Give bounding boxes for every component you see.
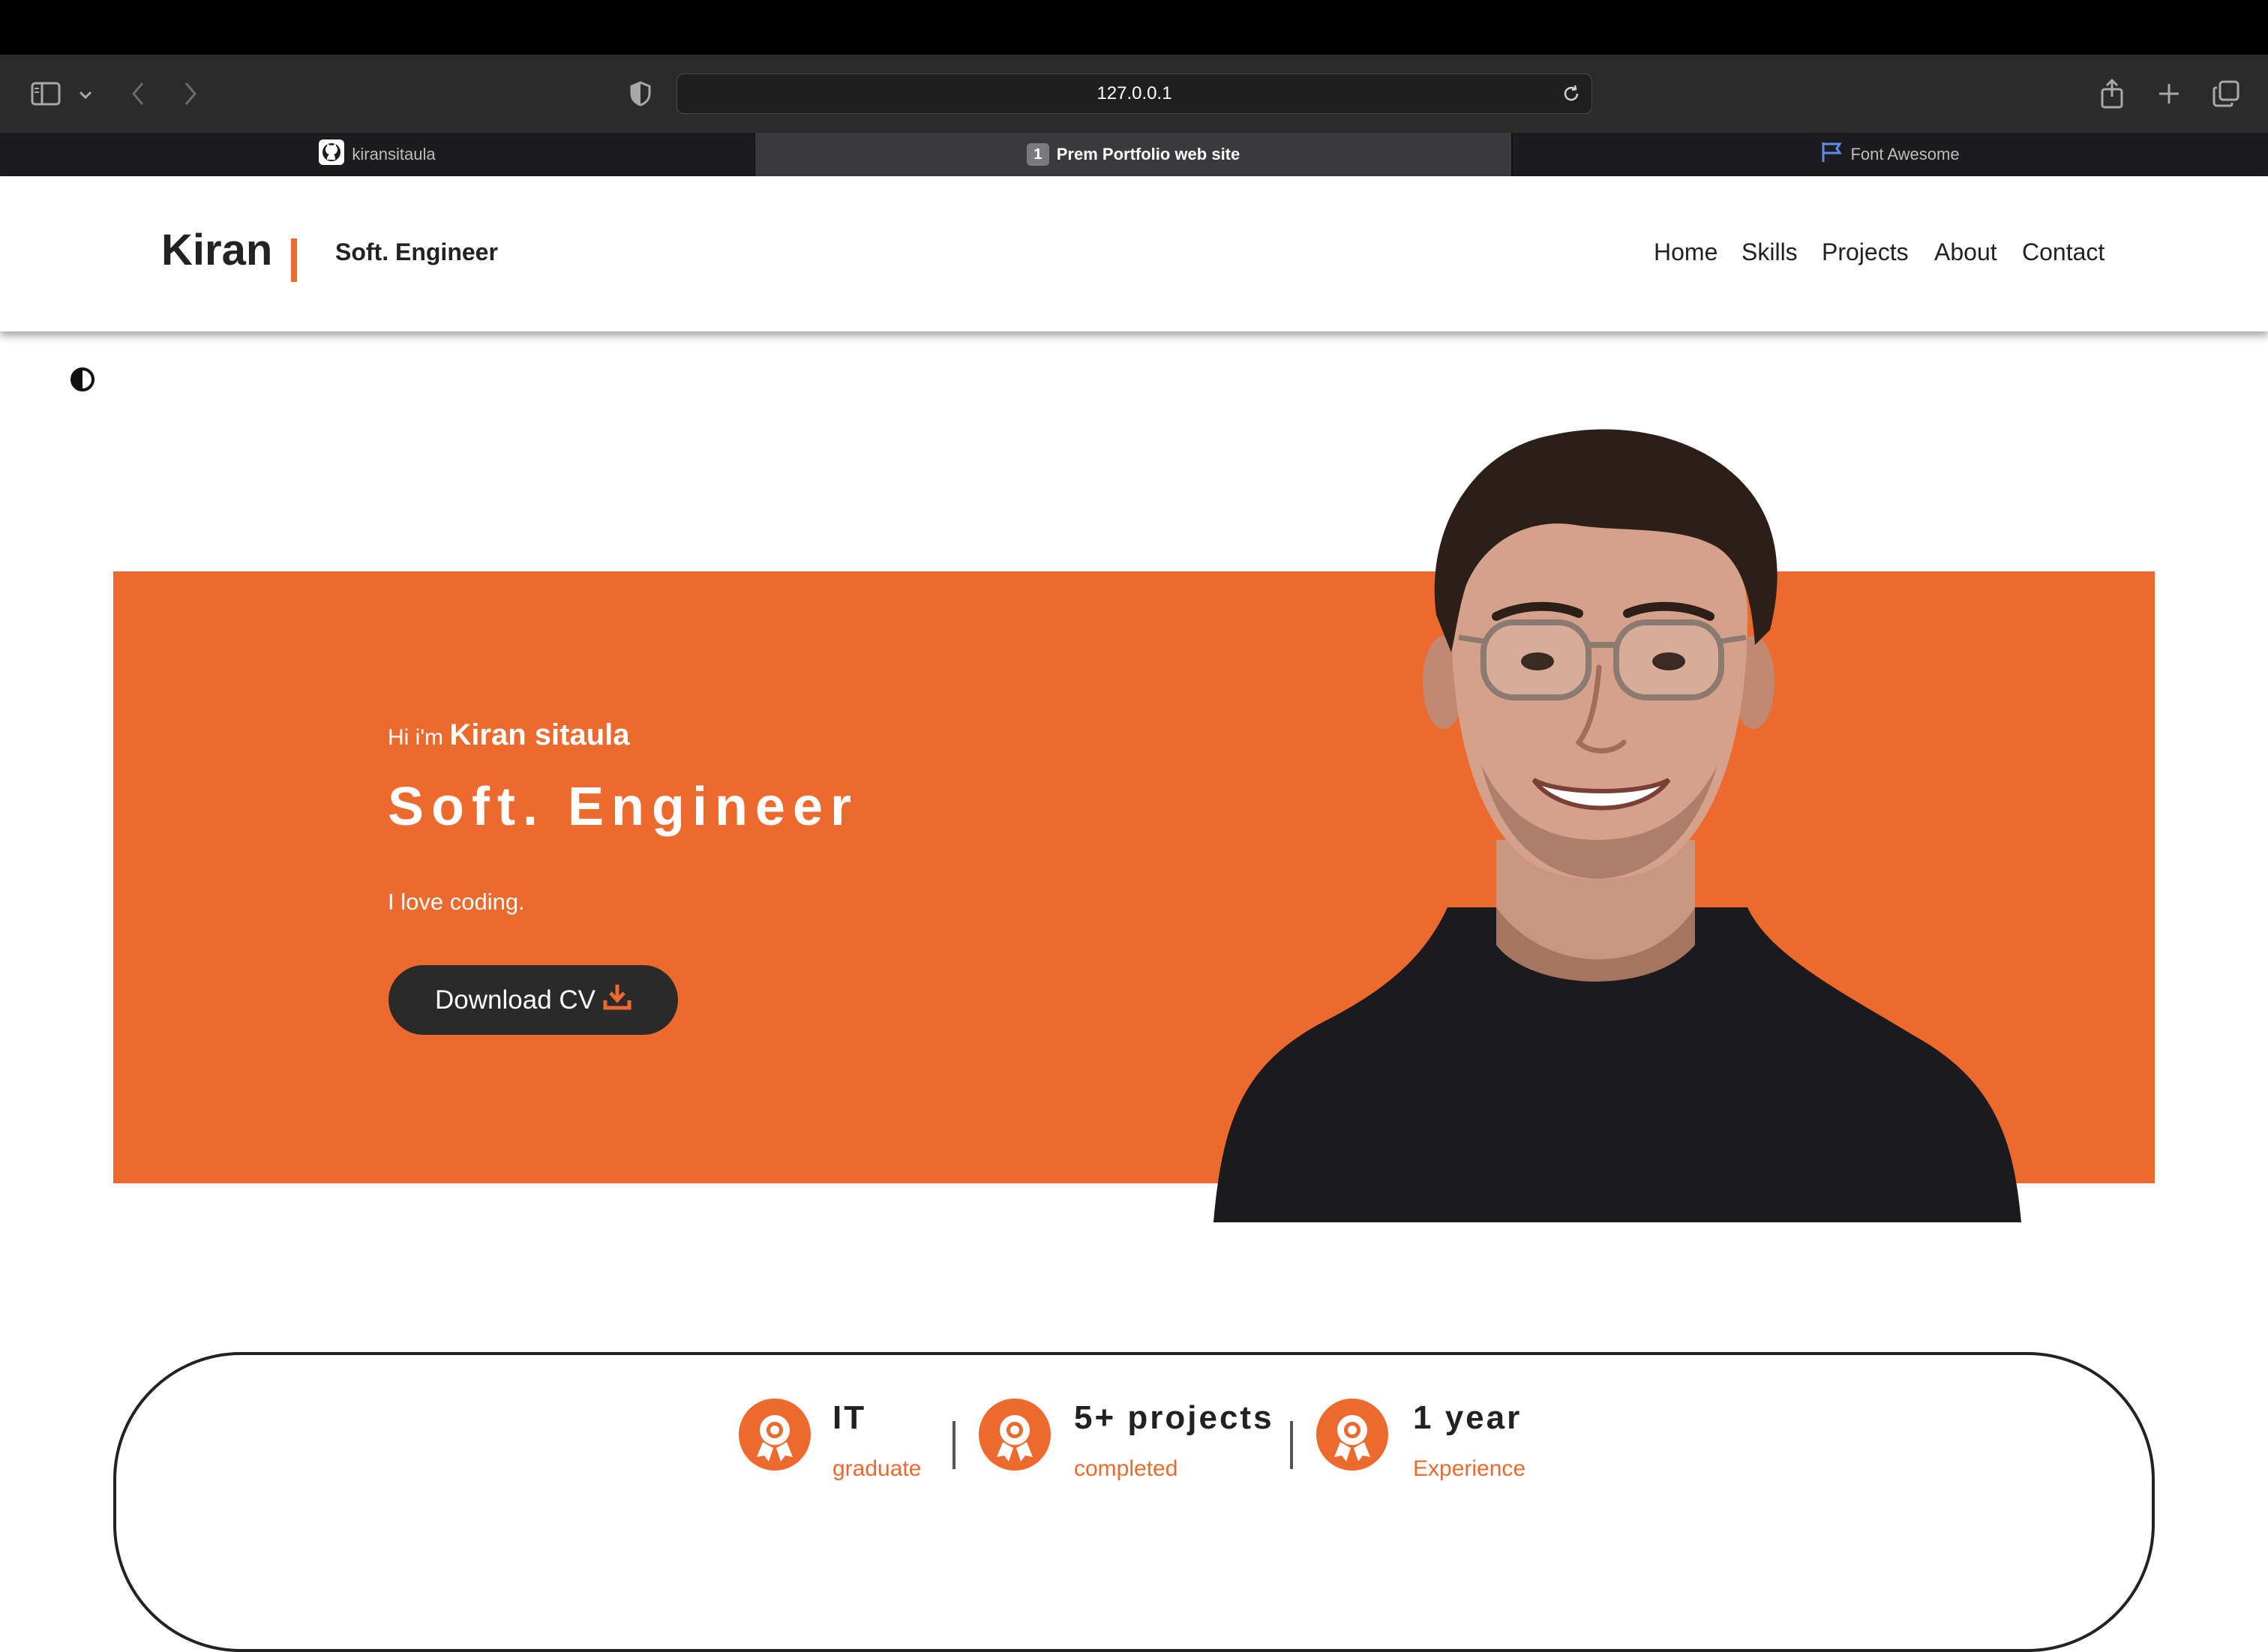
theme-toggle-icon[interactable] <box>70 367 95 392</box>
stat-sub: Experience <box>1413 1456 1526 1481</box>
nav-home[interactable]: Home <box>1654 238 1718 266</box>
stat-divider <box>1290 1421 1293 1469</box>
greeting-text: Hi i'm <box>388 725 444 750</box>
award-icon <box>979 1399 1051 1477</box>
brand-role: Soft. Engineer <box>335 238 498 265</box>
award-icon <box>739 1399 811 1477</box>
hero-title: Soft. Engineer <box>388 777 860 837</box>
stat-divider <box>952 1421 956 1469</box>
tab-github[interactable]: kiransitaula <box>0 133 754 176</box>
stat-title: 5+ projects <box>1074 1399 1274 1436</box>
hero-greeting: Hi i'm Kiran sitaula <box>388 718 629 752</box>
tab-label: kiransitaula <box>352 145 436 163</box>
url-text: 127.0.0.1 <box>1096 83 1172 103</box>
tab-label: Prem Portfolio web site <box>1056 145 1240 163</box>
tab-portfolio[interactable]: 1 Prem Portfolio web site <box>755 133 1511 176</box>
tab-overview-icon[interactable] <box>2210 77 2242 110</box>
download-cv-label: Download CV <box>435 985 596 1015</box>
tab-strip: kiransitaula 1 Prem Portfolio web site F… <box>0 133 2268 176</box>
nav-projects[interactable]: Projects <box>1822 238 1909 266</box>
stat-sub: graduate <box>832 1456 922 1481</box>
reload-icon[interactable] <box>1562 84 1581 109</box>
share-icon[interactable] <box>2096 76 2128 112</box>
tab-badge: 1 <box>1026 143 1049 166</box>
brand-divider <box>291 238 297 282</box>
back-icon[interactable] <box>124 79 152 109</box>
sidebar-toggle-icon[interactable] <box>28 77 63 110</box>
nav-skills[interactable]: Skills <box>1742 238 1798 266</box>
hero-name: Kiran sitaula <box>449 718 630 751</box>
download-cv-button[interactable]: Download CV <box>388 965 678 1035</box>
address-bar[interactable]: 127.0.0.1 <box>676 73 1592 114</box>
profile-photo <box>1200 420 2032 1230</box>
award-icon <box>1316 1399 1388 1477</box>
forward-icon[interactable] <box>177 79 204 109</box>
github-icon <box>319 139 345 169</box>
new-tab-icon[interactable] <box>2152 77 2186 110</box>
chevron-down-icon[interactable] <box>74 83 98 107</box>
nav-contact[interactable]: Contact <box>2022 238 2104 266</box>
flag-icon <box>1820 141 1843 168</box>
stat-sub: completed <box>1074 1456 1178 1481</box>
brand-logo[interactable]: Kiran <box>161 225 272 275</box>
download-icon <box>603 982 632 1018</box>
nav-about[interactable]: About <box>1934 238 1997 266</box>
tab-font-awesome[interactable]: Font Awesome <box>1512 133 2268 176</box>
stat-title: IT <box>832 1399 867 1436</box>
menu-bar <box>0 0 2268 55</box>
privacy-shield-icon[interactable] <box>627 79 654 109</box>
tab-label: Font Awesome <box>1850 145 1960 163</box>
hero-tagline: I love coding. <box>388 889 525 915</box>
stats-card <box>113 1352 2155 1652</box>
stat-title: 1 year <box>1413 1399 1522 1436</box>
